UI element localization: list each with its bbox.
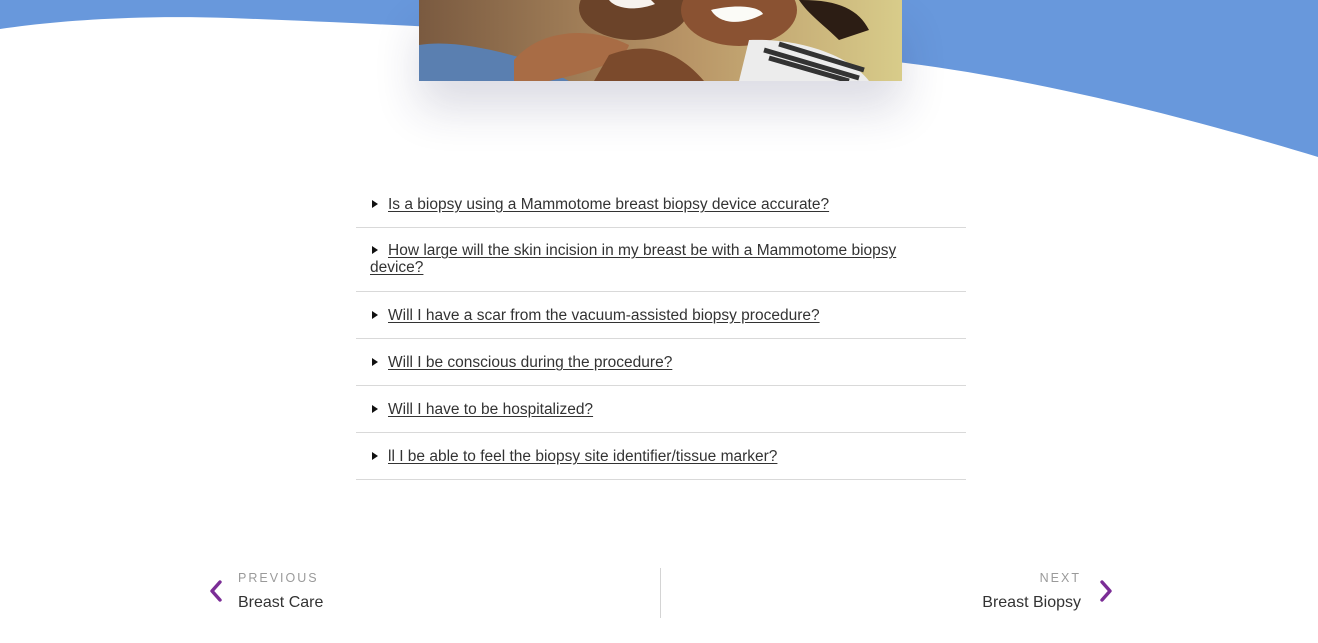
chevron-left-icon (210, 580, 222, 602)
previous-post-title[interactable]: Breast Care (238, 594, 323, 612)
faq-question[interactable]: How large will the skin incision in my b… (370, 242, 896, 276)
next-post-title[interactable]: Breast Biopsy (982, 594, 1081, 612)
faq-item[interactable]: Will I be conscious during the procedure… (356, 339, 966, 386)
faq-item[interactable]: Will I have a scar from the vacuum-assis… (356, 292, 966, 339)
caret-right-icon (372, 452, 378, 460)
previous-label: PREVIOUS (238, 571, 319, 585)
next-post-link[interactable]: NEXT Breast Biopsy (716, 568, 1116, 618)
caret-right-icon (372, 358, 378, 366)
caret-right-icon (372, 405, 378, 413)
faq-question[interactable]: ll I be able to feel the biopsy site ide… (388, 448, 777, 465)
hero-photo (419, 0, 902, 81)
post-navigation: PREVIOUS Breast Care NEXT Breast Biopsy (206, 568, 1116, 618)
faq-question[interactable]: Will I have to be hospitalized? (388, 401, 593, 418)
caret-right-icon (372, 200, 378, 208)
faq-list: Is a biopsy using a Mammotome breast bio… (356, 181, 966, 480)
caret-right-icon (372, 311, 378, 319)
faq-item[interactable]: ll I be able to feel the biopsy site ide… (356, 433, 966, 480)
faq-item[interactable]: Is a biopsy using a Mammotome breast bio… (356, 181, 966, 228)
previous-post-link[interactable]: PREVIOUS Breast Care (206, 568, 606, 618)
next-label: NEXT (1039, 571, 1081, 585)
faq-question[interactable]: Will I be conscious during the procedure… (388, 354, 672, 371)
faq-question[interactable]: Will I have a scar from the vacuum-assis… (388, 307, 820, 324)
nav-divider (660, 568, 661, 618)
faq-item[interactable]: How large will the skin incision in my b… (356, 228, 966, 292)
faq-question[interactable]: Is a biopsy using a Mammotome breast bio… (388, 196, 829, 213)
chevron-right-icon (1100, 580, 1112, 602)
caret-right-icon (372, 246, 378, 254)
faq-item[interactable]: Will I have to be hospitalized? (356, 386, 966, 433)
